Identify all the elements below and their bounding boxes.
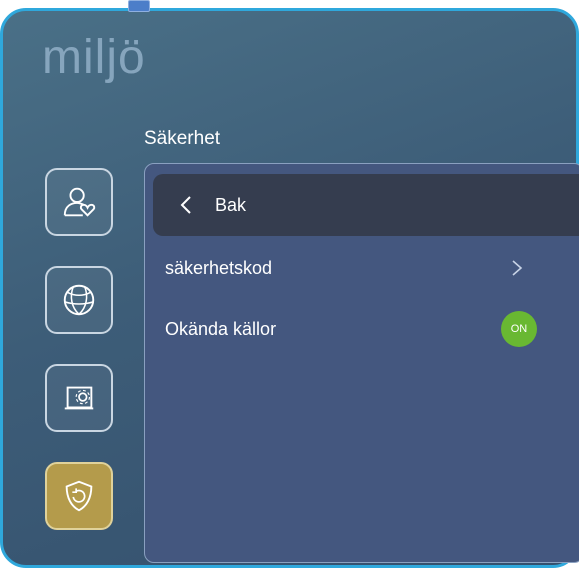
back-button[interactable]: Bak (153, 174, 579, 236)
security-code-label: säkerhetskod (165, 257, 273, 278)
unknown-sources-row: Okända källor ON (165, 309, 545, 349)
chevron-left-icon (180, 196, 191, 214)
sidebar-item-network[interactable] (45, 266, 113, 334)
sidebar-item-security[interactable] (45, 462, 113, 530)
page-title: miljö (42, 31, 146, 84)
shield-icon (65, 480, 93, 512)
sidebar-item-user[interactable] (45, 168, 113, 236)
unknown-sources-label: Okända källor (165, 318, 277, 339)
back-label: Bak (215, 194, 247, 215)
window-top-indicator (128, 0, 150, 12)
user-heart-icon (63, 187, 96, 217)
chevron-right-icon (512, 260, 523, 276)
unknown-sources-toggle[interactable]: ON (501, 311, 537, 347)
globe-icon (63, 284, 95, 316)
security-code-row[interactable]: säkerhetskod (165, 248, 545, 288)
screen-gear-icon (64, 386, 94, 410)
sidebar-item-system[interactable] (45, 364, 113, 432)
section-title: Säkerhet (144, 128, 221, 149)
